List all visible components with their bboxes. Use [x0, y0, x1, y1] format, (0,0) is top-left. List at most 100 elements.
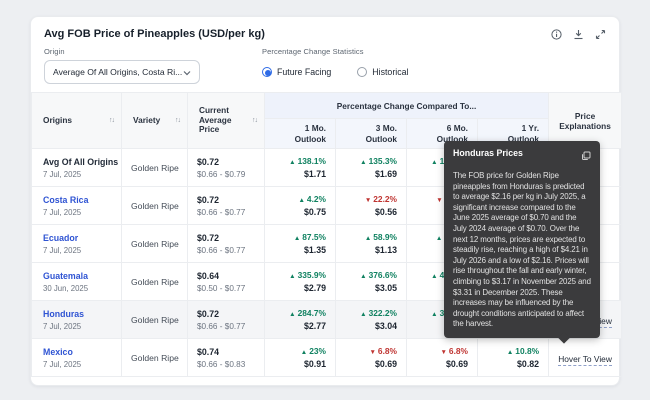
- radio-historical[interactable]: Historical: [357, 67, 408, 77]
- trend-arrow-icon: [507, 349, 513, 356]
- stats-radio-group: Future Facing Historical: [262, 60, 408, 84]
- trend-arrow-icon: [365, 197, 371, 204]
- price-cell: $0.72 $0.66 - $0.77: [187, 224, 265, 263]
- tooltip-honduras-prices: Honduras Prices The FOB price for Golden…: [444, 141, 600, 338]
- price-value: $0.72: [197, 232, 220, 243]
- col-header-3mo-outlook: 3 Mo. Outlook: [335, 118, 407, 149]
- sort-icon: ↑↓: [109, 116, 115, 124]
- download-icon[interactable]: [573, 29, 584, 40]
- stats-label: Percentage Change Statistics: [262, 47, 364, 56]
- trend-arrow-icon: [440, 349, 446, 356]
- price-range: $0.66 - $0.77: [197, 207, 246, 217]
- col-header-1mo-outlook: 1 Mo. Outlook: [264, 118, 336, 149]
- stats-control: Percentage Change Statistics Future Faci…: [262, 47, 408, 84]
- outlook-3mo-cell: 376.6% $3.05: [335, 262, 407, 301]
- radio-selected-icon: [262, 67, 272, 77]
- price-range: $0.50 - $0.77: [197, 283, 246, 293]
- price-cell: $0.64 $0.50 - $0.77: [187, 262, 265, 301]
- info-icon[interactable]: [551, 28, 562, 40]
- trend-arrow-icon: [431, 311, 437, 318]
- price-range: $0.66 - $0.83: [197, 359, 246, 369]
- origin-cell: Avg Of All Origins 7 Jul, 2025: [31, 148, 122, 187]
- origin-control: Origin Average Of All Origins, Costa Ri.…: [44, 47, 200, 84]
- trend-arrow-icon: [369, 349, 375, 356]
- chevron-down-icon: [183, 63, 191, 81]
- outlook-1mo-cell: 4.2% $0.75: [264, 186, 336, 225]
- outlook-6mo-cell: 6.8% $0.69: [406, 338, 478, 377]
- trend-arrow-icon: [289, 159, 295, 166]
- controls-bar: Origin Average Of All Origins, Costa Ri.…: [31, 44, 619, 92]
- price-value: $0.72: [197, 308, 220, 319]
- price-value: $0.64: [197, 270, 220, 281]
- copy-icon[interactable]: [581, 148, 591, 166]
- origin-label: Origin: [44, 47, 65, 56]
- trend-arrow-icon: [431, 273, 437, 280]
- trend-arrow-icon: [360, 273, 366, 280]
- price-range: $0.66 - $0.77: [197, 321, 246, 331]
- outlook-1mo-cell: 335.9% $2.79: [264, 262, 336, 301]
- col-header-current-average-price[interactable]: Current Average Price ↑↓: [187, 92, 265, 149]
- card-header: Avg FOB Price of Pineapples (USD/per kg): [31, 17, 619, 44]
- radio-future-facing[interactable]: Future Facing: [262, 67, 331, 77]
- hover-to-view-link[interactable]: Hover To View: [558, 353, 612, 366]
- trend-arrow-icon: [360, 311, 366, 318]
- outlook-3mo-cell: 135.3% $1.69: [335, 148, 407, 187]
- trend-arrow-icon: [289, 311, 295, 318]
- table-row: Mexico 7 Jul, 2025 Golden Ripe $0.74 $0.…: [31, 338, 623, 377]
- outlook-1mo-cell: 284.7% $2.77: [264, 300, 336, 339]
- origin-date: 7 Jul, 2025: [43, 321, 82, 331]
- outlook-3mo-cell: 322.2% $3.04: [335, 300, 407, 339]
- price-value: $0.72: [197, 194, 220, 205]
- origin-cell: Costa Rica 7 Jul, 2025: [31, 186, 122, 225]
- origin-link[interactable]: Guatemala: [43, 271, 121, 281]
- page-title: Avg FOB Price of Pineapples (USD/per kg): [44, 28, 265, 40]
- price-cell: $0.72 $0.66 - $0.79: [187, 148, 265, 187]
- origin-date: 7 Jul, 2025: [43, 169, 82, 179]
- radio-unselected-icon: [357, 67, 368, 77]
- price-range: $0.66 - $0.79: [197, 169, 246, 179]
- tooltip-body: The FOB price for Golden Ripe pineapples…: [453, 171, 591, 329]
- trend-arrow-icon: [301, 349, 307, 356]
- outlook-1mo-cell: 23% $0.91: [264, 338, 336, 377]
- origin-link[interactable]: Avg Of All Origins: [43, 157, 121, 167]
- variety-cell: Golden Ripe: [121, 186, 188, 225]
- variety-cell: Golden Ripe: [121, 338, 188, 377]
- origin-date: 7 Jul, 2025: [43, 207, 82, 217]
- col-header-origins[interactable]: Origins ↑↓: [31, 92, 122, 149]
- origin-link[interactable]: Costa Rica: [43, 195, 121, 205]
- outlook-1mo-cell: 138.1% $1.71: [264, 148, 336, 187]
- trend-arrow-icon: [289, 273, 295, 280]
- outlook-3mo-cell: 22.2% $0.56: [335, 186, 407, 225]
- origin-cell: Honduras 7 Jul, 2025: [31, 300, 122, 339]
- tooltip-title: Honduras Prices: [453, 148, 523, 158]
- trend-arrow-icon: [436, 235, 442, 242]
- trend-arrow-icon: [360, 159, 366, 166]
- origin-date: 30 Jun, 2025: [43, 283, 89, 293]
- price-explanation-cell: Hover To View: [548, 338, 623, 377]
- price-cell: $0.72 $0.66 - $0.77: [187, 186, 265, 225]
- col-header-variety[interactable]: Variety ↑↓: [121, 92, 188, 149]
- origin-date: 7 Jul, 2025: [43, 359, 82, 369]
- price-value: $0.72: [197, 156, 220, 167]
- variety-cell: Golden Ripe: [121, 262, 188, 301]
- trend-arrow-icon: [298, 197, 304, 204]
- price-cell: $0.74 $0.66 - $0.83: [187, 338, 265, 377]
- origin-link[interactable]: Honduras: [43, 309, 121, 319]
- price-cell: $0.72 $0.66 - $0.77: [187, 300, 265, 339]
- outlook-1yr-cell: 10.8% $0.82: [476, 338, 550, 377]
- trend-arrow-icon: [365, 235, 371, 242]
- origin-date: 7 Jul, 2025: [43, 245, 82, 255]
- variety-cell: Golden Ripe: [121, 148, 188, 187]
- origin-cell: Mexico 7 Jul, 2025: [31, 338, 122, 377]
- expand-icon[interactable]: [595, 29, 606, 40]
- origin-link[interactable]: Ecuador: [43, 233, 121, 243]
- header-icons: [551, 28, 606, 40]
- origin-select[interactable]: Average Of All Origins, Costa Ri...: [44, 60, 200, 84]
- outlook-3mo-cell: 58.9% $1.13: [335, 224, 407, 263]
- origin-select-value: Average Of All Origins, Costa Ri...: [53, 67, 183, 77]
- origin-link[interactable]: Mexico: [43, 347, 121, 357]
- price-table-card: Avg FOB Price of Pineapples (USD/per kg)…: [30, 16, 623, 386]
- trend-arrow-icon: [431, 159, 437, 166]
- variety-cell: Golden Ripe: [121, 300, 188, 339]
- origin-cell: Guatemala 30 Jun, 2025: [31, 262, 122, 301]
